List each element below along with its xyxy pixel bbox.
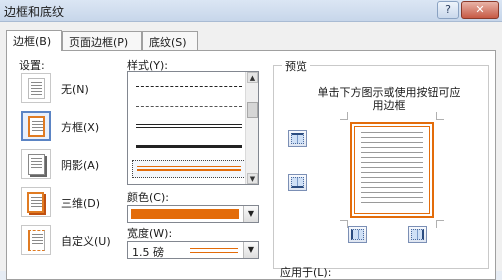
width-label: 宽度(W):: [127, 227, 173, 240]
apply-to-label: 应用于(L):: [280, 266, 332, 279]
setting-3d-label: 三维(D): [61, 197, 101, 210]
setting-custom[interactable]: 自定义(U): [21, 225, 121, 259]
chevron-down-icon[interactable]: ▼: [243, 242, 258, 258]
tab-shading[interactable]: 底纹(S): [142, 31, 198, 51]
tab-panel: 设置: 无(N) 方框(X) 阴影(A) 三维(D) 自定义(U) 样式(Y):…: [6, 50, 496, 280]
preview-label: 预览: [282, 58, 310, 74]
dialog-title: 边框和底纹: [4, 5, 65, 19]
scroll-up-icon[interactable]: ▲: [247, 72, 258, 83]
preview-corner-mark: [436, 220, 444, 228]
right-border-icon: [411, 229, 424, 240]
setting-shadow[interactable]: 阴影(A): [21, 149, 121, 183]
style-item-selected[interactable]: [132, 160, 246, 178]
color-label: 颜色(C):: [127, 191, 169, 204]
width-dropdown[interactable]: 1.5 磅 ▼: [127, 241, 259, 259]
setting-none[interactable]: 无(N): [21, 73, 121, 107]
right-border-button[interactable]: [408, 226, 427, 243]
style-item-dashed[interactable]: [132, 98, 246, 116]
color-dropdown[interactable]: ▼: [127, 205, 259, 223]
preview-corner-mark: [436, 112, 444, 120]
bottom-border-icon: [291, 177, 304, 188]
setting-shadow-label: 阴影(A): [61, 159, 100, 172]
top-border-button[interactable]: [288, 130, 307, 147]
chevron-down-icon[interactable]: ▼: [243, 206, 258, 222]
preview-hint: 单击下方图示或使用按钮可应用边框: [317, 86, 461, 112]
style-list-scrollbar[interactable]: ▲ ▼: [245, 72, 258, 184]
style-list[interactable]: ▲ ▼: [127, 71, 259, 185]
help-button[interactable]: ?: [437, 1, 459, 19]
setting-custom-label: 自定义(U): [61, 235, 111, 248]
style-item-dash-dot[interactable]: [132, 78, 246, 96]
preview-page[interactable]: [350, 122, 434, 218]
preview-corner-mark: [340, 112, 348, 120]
tab-borders[interactable]: 边框(B): [6, 30, 62, 51]
left-border-button[interactable]: [348, 226, 367, 243]
width-sample-line: [190, 248, 238, 253]
no-border-icon: [21, 73, 51, 103]
top-border-icon: [291, 133, 304, 144]
close-button[interactable]: ✕: [461, 1, 499, 19]
borders-and-shading-dialog: 边框和底纹 ? ✕ 边框(B) 页面边框(P) 底纹(S) 设置: 无(N) 方…: [0, 0, 502, 280]
setting-none-label: 无(N): [61, 83, 89, 96]
color-swatch: [131, 209, 239, 219]
preview-corner-mark: [340, 220, 348, 228]
bottom-border-button[interactable]: [288, 174, 307, 191]
shadow-border-icon: [21, 149, 51, 179]
3d-border-icon: [21, 187, 51, 217]
setting-3d[interactable]: 三维(D): [21, 187, 121, 221]
scroll-down-icon[interactable]: ▼: [247, 173, 258, 184]
preview-group: 预览 单击下方图示或使用按钮可应用边框 应用于(L):: [273, 58, 489, 279]
title-bar: 边框和底纹 ? ✕: [0, 0, 502, 22]
width-value: 1.5 磅: [132, 246, 164, 259]
style-item-thick[interactable]: [132, 138, 246, 156]
tab-page-border[interactable]: 页面边框(P): [62, 31, 142, 51]
settings-label: 设置:: [19, 59, 45, 72]
custom-border-icon: [21, 225, 51, 255]
style-item-double[interactable]: [132, 118, 246, 136]
setting-box[interactable]: 方框(X): [21, 111, 121, 145]
scroll-thumb[interactable]: [247, 102, 258, 118]
box-border-icon: [21, 111, 51, 141]
left-border-icon: [351, 229, 364, 240]
setting-box-label: 方框(X): [61, 121, 100, 134]
